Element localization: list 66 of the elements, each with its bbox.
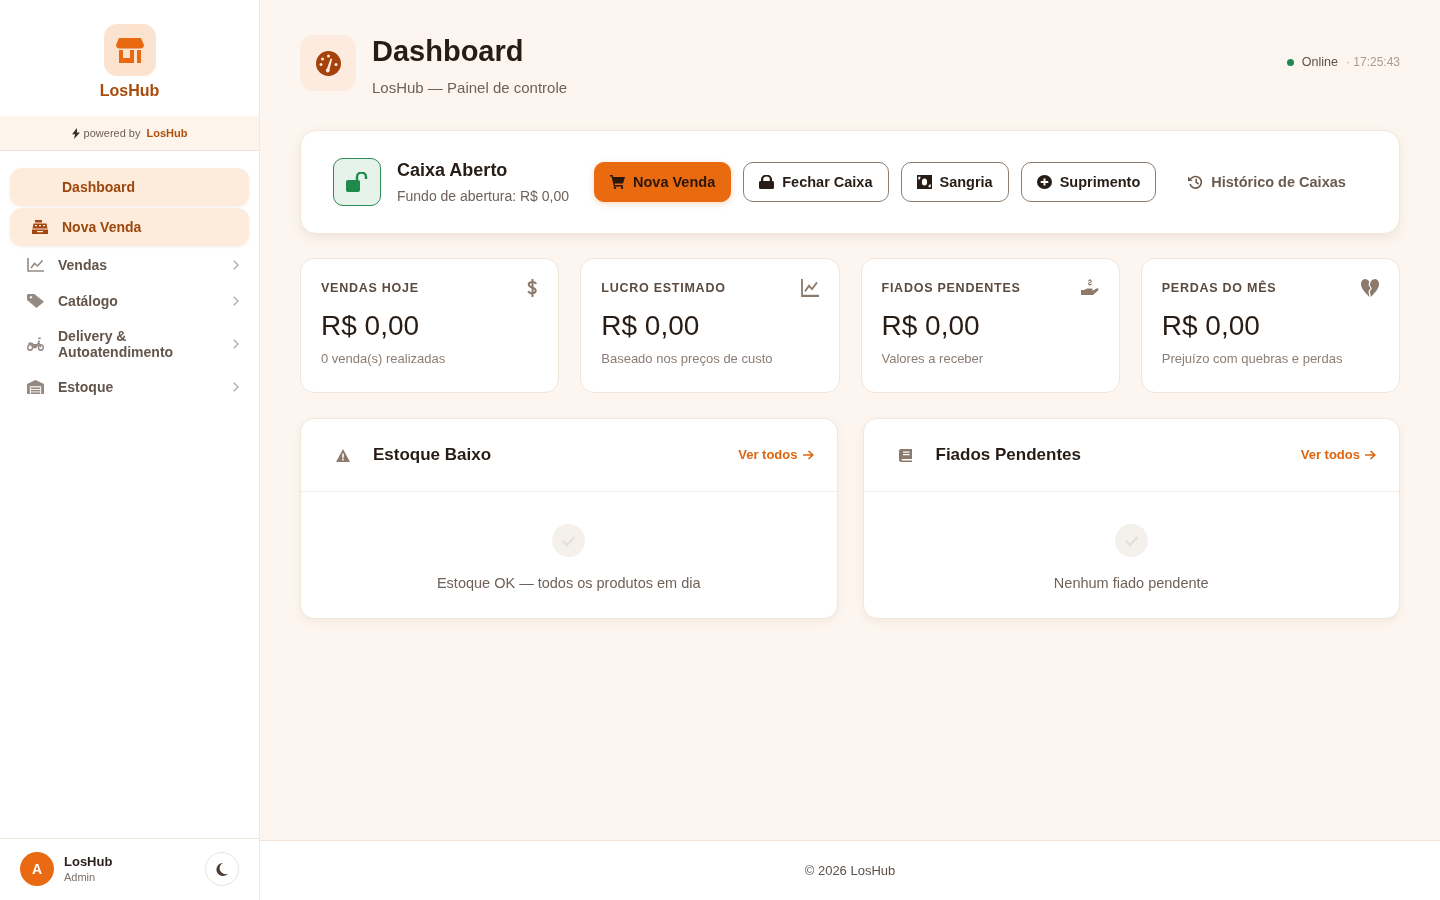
nav-item[interactable]: Nova Venda <box>10 208 249 246</box>
stat-note: Valores a receber <box>881 350 985 368</box>
stat-value: R$ 0,00 <box>1161 309 1261 343</box>
register-history-button[interactable]: Histórico de Caixas <box>1172 162 1362 202</box>
banknote-icon <box>916 175 932 189</box>
new-sale-button[interactable]: Nova Venda <box>594 162 732 202</box>
panel-title: Fiados Pendentes <box>935 444 1081 467</box>
tag-icon <box>27 294 44 308</box>
stat-note: 0 venda(s) realizadas <box>321 350 447 368</box>
supply-button[interactable]: Suprimento <box>1020 162 1157 202</box>
stat-label: FIADOS PENDENTES <box>881 279 1021 297</box>
close-register-button[interactable]: Fechar Caixa <box>743 162 889 202</box>
view-all-link[interactable]: Ver todos <box>738 445 814 465</box>
hand-coin-icon <box>1080 279 1099 297</box>
arrow-right-icon <box>1365 450 1376 460</box>
stat-label: LUCRO ESTIMADO <box>601 279 726 297</box>
check-circle-icon <box>1114 524 1148 557</box>
status-text: Online <box>1301 54 1338 71</box>
stat-value: R$ 0,00 <box>321 309 421 343</box>
motorcycle-icon <box>27 337 44 351</box>
line-chart-icon <box>800 279 819 297</box>
book-icon <box>898 448 913 462</box>
line-chart-icon <box>27 258 44 272</box>
check-circle-icon <box>552 524 586 557</box>
withdrawal-button[interactable]: Sangria <box>900 162 1009 202</box>
user-role: Admin <box>64 870 97 884</box>
stat-note: Baseado nos preços de custo <box>601 350 774 368</box>
user-avatar: A <box>20 852 54 886</box>
nav-item[interactable]: Delivery & Autoatendimento <box>10 320 249 368</box>
stat-note: Prejuízo com quebras e perdas <box>1161 350 1344 368</box>
nav-item[interactable]: Catálogo <box>10 284 249 318</box>
moon-icon <box>216 862 228 876</box>
page-title: Dashboard <box>372 35 525 67</box>
cart-icon <box>610 175 625 189</box>
lock-icon <box>759 175 775 189</box>
nav-item[interactable]: Dashboard <box>10 168 249 206</box>
powered-by-text: powered by <box>83 125 141 141</box>
empty-state-text: Nenhum fiado pendente <box>1053 574 1209 593</box>
lightning-icon <box>71 127 80 139</box>
stat-label: VENDAS HOJE <box>321 279 419 297</box>
nav-item[interactable]: Estoque <box>10 370 249 404</box>
powered-by-brand: LosHub <box>146 125 188 141</box>
warning-icon <box>336 448 350 462</box>
empty-state-text: Estoque OK — todos os produtos em dia <box>436 574 701 593</box>
cash-register-icon <box>32 220 48 234</box>
stat-value: R$ 0,00 <box>601 309 701 343</box>
panel-title: Estoque Baixo <box>373 444 492 467</box>
brand-name: LosHub <box>99 81 160 101</box>
broken-heart-icon <box>1361 279 1379 297</box>
history-icon <box>1188 175 1204 189</box>
warehouse-icon <box>27 380 44 394</box>
page-subtitle: LosHub — Painel de controle <box>372 78 568 98</box>
logo-icon <box>103 24 156 76</box>
stat-value: R$ 0,00 <box>881 309 981 343</box>
register-status-title: Caixa Aberto <box>397 159 509 181</box>
arrow-right-icon <box>802 450 814 460</box>
page-icon <box>300 35 356 91</box>
opening-balance-text: Fundo de abertura: R$ 0,00 <box>397 187 569 205</box>
clock-time: · 17:25:43 <box>1345 54 1400 72</box>
theme-toggle-button[interactable] <box>205 852 239 886</box>
user-name: LosHub <box>64 854 113 870</box>
stat-label: PERDAS DO MÊS <box>1161 279 1277 297</box>
view-all-link[interactable]: Ver todos <box>1300 445 1376 465</box>
footer-bar: © 2026 LosHub <box>260 840 1440 900</box>
dollar-icon <box>526 279 539 297</box>
nav-item[interactable]: Vendas <box>10 248 249 282</box>
